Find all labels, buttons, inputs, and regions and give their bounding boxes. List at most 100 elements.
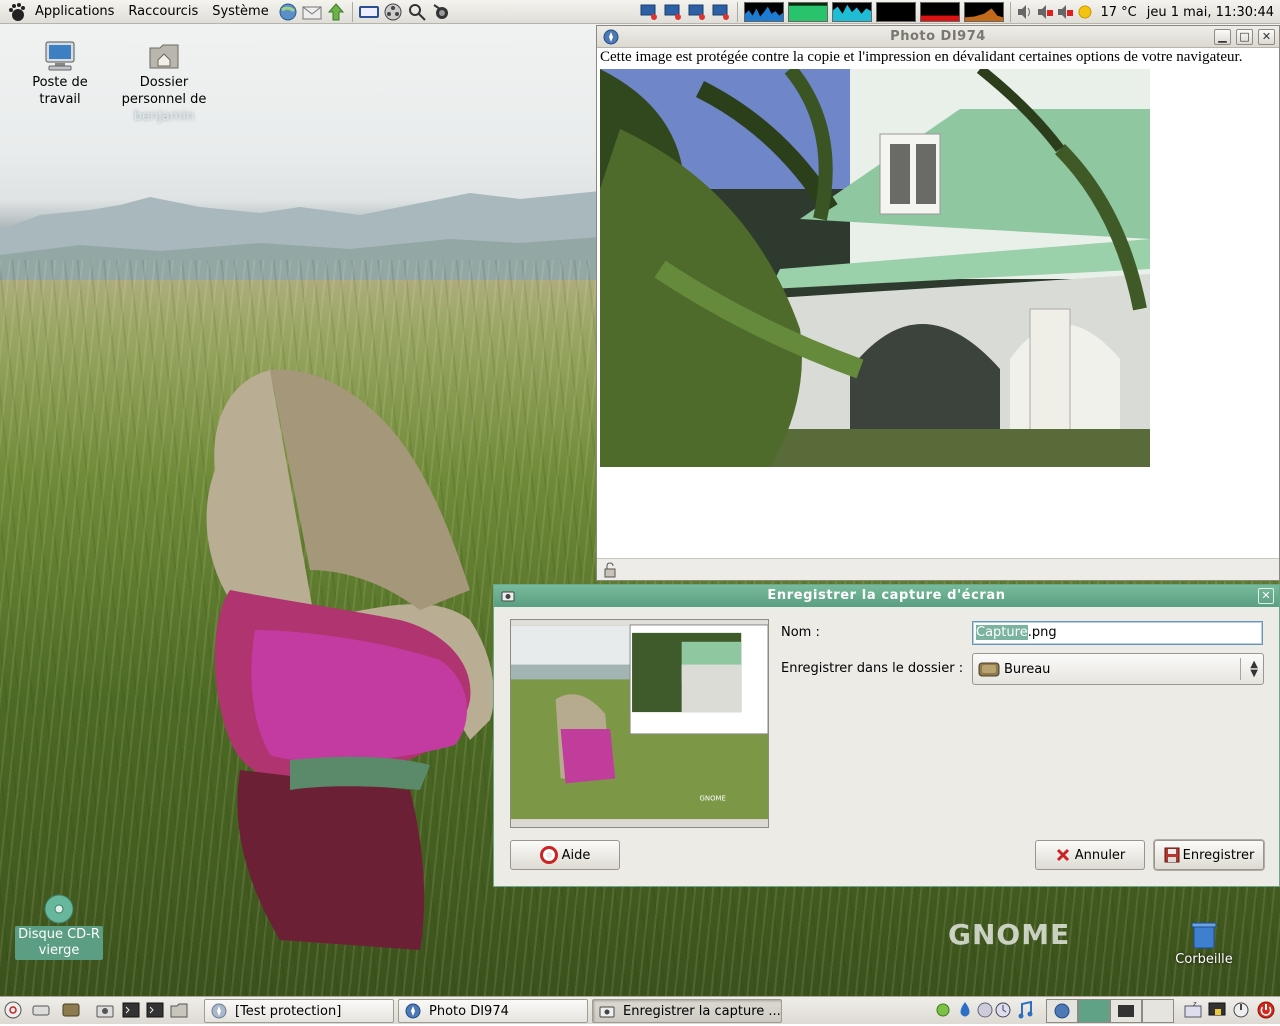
show-desktop-icon[interactable] [62, 1001, 80, 1019]
desktop-icon-label: benjamin [133, 109, 195, 124]
task-photo-di974[interactable]: Photo DI974 [398, 999, 588, 1023]
task-test-protection[interactable]: [Test protection] [204, 999, 394, 1023]
media-player-icon[interactable] [358, 2, 380, 22]
help-button-label: Aide [561, 847, 591, 863]
cancel-x-icon [1056, 848, 1069, 862]
film-reel-icon[interactable] [382, 2, 404, 22]
folder-label: Enregistrer dans le dossier : [781, 661, 964, 676]
cd-eject-icon[interactable] [4, 1001, 22, 1019]
screenshot-tool-icon[interactable] [430, 2, 452, 22]
filename-input[interactable]: Capture.png [972, 621, 1263, 645]
desktop-icon-poste-de-travail[interactable]: Poste de travail [10, 40, 110, 108]
home-folder-icon[interactable] [170, 1001, 188, 1019]
weather-sun-icon[interactable] [1076, 3, 1094, 21]
lifebuoy-icon [539, 846, 558, 864]
menu-systeme[interactable]: Système [205, 0, 275, 24]
terminal-icon[interactable] [122, 1001, 140, 1019]
gnome-foot-icon[interactable] [6, 1, 28, 23]
photo-window: Photo DI974 ▁ □ ✕ Cette image est protég… [596, 25, 1280, 581]
water-drop-icon[interactable] [956, 1001, 974, 1019]
network-monitor-icon[interactable] [663, 3, 683, 21]
panel-tray: 17 °C jeu 1 mai, 11:30:44 [637, 0, 1280, 24]
svg-text:z: z [1193, 1001, 1197, 1008]
logout-icon[interactable] [1232, 1001, 1250, 1019]
window-thumbnail-icon [1118, 1005, 1134, 1017]
workspace-2[interactable] [1078, 999, 1110, 1023]
camera-icon [599, 1006, 615, 1018]
sleep-icon[interactable]: z [1184, 1001, 1202, 1019]
desktop-icon-label: Disque CD-R vierge [15, 926, 103, 960]
top-panel: Applications Raccourcis Système 17 °C je… [0, 0, 1280, 24]
workspace-3[interactable] [1110, 999, 1142, 1023]
dialog-close-button[interactable]: ✕ [1258, 588, 1274, 604]
panel-separator [1010, 2, 1012, 22]
web-browser-icon[interactable] [277, 2, 299, 22]
gnome-watermark: GNOME [948, 918, 1071, 951]
save-button[interactable]: Enregistrer [1154, 840, 1264, 870]
screenshot-preview: GNOME [510, 619, 769, 828]
load-average-graph[interactable] [920, 2, 961, 22]
search-tool-icon[interactable] [406, 2, 428, 22]
woman-figure [206, 369, 494, 950]
disc-icon[interactable] [976, 1001, 994, 1019]
volume-muted-icon[interactable] [1056, 3, 1074, 21]
drive-icon[interactable] [32, 1001, 50, 1019]
cdr-label-line1: Disque CD-R [18, 927, 100, 942]
weather-temperature[interactable]: 17 °C [1095, 5, 1141, 20]
preview-watermark: GNOME [700, 794, 726, 802]
task-label: Enregistrer la capture ... [623, 1003, 781, 1019]
desktop-folder-icon [978, 662, 1000, 677]
camera-icon[interactable] [96, 1001, 114, 1019]
network-monitor-icon[interactable] [639, 3, 659, 21]
music-note-icon[interactable] [1016, 1001, 1034, 1019]
swap-load-graph[interactable] [876, 2, 917, 22]
network-load-graph[interactable] [832, 2, 873, 22]
workspace-4[interactable] [1142, 999, 1174, 1023]
cancel-button[interactable]: Annuler [1035, 840, 1145, 870]
clock[interactable]: jeu 1 mai, 11:30:44 [1142, 5, 1280, 20]
close-button[interactable]: ✕ [1258, 29, 1275, 45]
task-enregistrer-capture[interactable]: Enregistrer la capture ... [592, 999, 782, 1023]
combo-arrows-icon: ▲ ▼ [1250, 659, 1258, 679]
dialog-titlebar[interactable]: Enregistrer la capture d'écran ✕ [494, 585, 1279, 607]
menu-applications[interactable]: Applications [28, 0, 121, 24]
folder-value: Bureau [1004, 661, 1051, 677]
desktop-icon-dossier-personnel[interactable]: Dossier personnel de benjamin [114, 40, 214, 125]
folder-select[interactable]: Bureau ▲ ▼ [972, 653, 1264, 685]
clock-applet-icon[interactable] [994, 1001, 1012, 1019]
menu-raccourcis[interactable]: Raccourcis [121, 0, 205, 24]
desktop-icon-label: Poste de [32, 75, 88, 90]
camera-icon [501, 591, 515, 602]
volume-muted-icon[interactable] [1036, 3, 1054, 21]
memory-load-graph[interactable] [788, 2, 829, 22]
maximize-button[interactable]: □ [1236, 29, 1253, 45]
shutdown-icon[interactable] [1257, 1001, 1275, 1019]
protection-notice: Cette image est protégée contre la copie… [600, 49, 1243, 65]
software-update-icon[interactable] [325, 2, 347, 22]
name-label: Nom : [781, 625, 820, 640]
network-monitor-icon[interactable] [711, 3, 731, 21]
terminal-icon[interactable] [146, 1001, 164, 1019]
browser-compass-icon [1054, 1003, 1070, 1019]
filename-selected-text: Capture [976, 625, 1028, 640]
photo-window-titlebar[interactable]: Photo DI974 ▁ □ ✕ [597, 26, 1279, 48]
task-label: [Test protection] [235, 1003, 342, 1019]
home-folder-icon [149, 44, 179, 69]
desktop-icon-corbeille[interactable]: Corbeille [1154, 918, 1254, 968]
help-button[interactable]: Aide [510, 840, 620, 870]
update-notifier-icon[interactable] [934, 1001, 952, 1019]
desktop-icon-cdr[interactable]: Disque CD-R vierge [9, 893, 109, 960]
unlocked-padlock-icon[interactable] [602, 562, 618, 578]
disk-load-graph[interactable] [964, 2, 1005, 22]
volume-icon[interactable] [1016, 3, 1034, 21]
desktop-icon-label: Dossier [139, 75, 189, 90]
minimize-button[interactable]: ▁ [1214, 29, 1231, 45]
mail-icon[interactable] [301, 2, 323, 22]
photo-window-title: Photo DI974 [890, 29, 986, 44]
desktop-icon-label: personnel de [121, 92, 207, 107]
workspace-1[interactable] [1046, 999, 1078, 1023]
lock-screen-icon[interactable] [1208, 1001, 1226, 1019]
cpu-load-graph[interactable] [744, 2, 785, 22]
network-monitor-icon[interactable] [687, 3, 707, 21]
desktop-icon-label: Corbeille [1175, 952, 1233, 967]
